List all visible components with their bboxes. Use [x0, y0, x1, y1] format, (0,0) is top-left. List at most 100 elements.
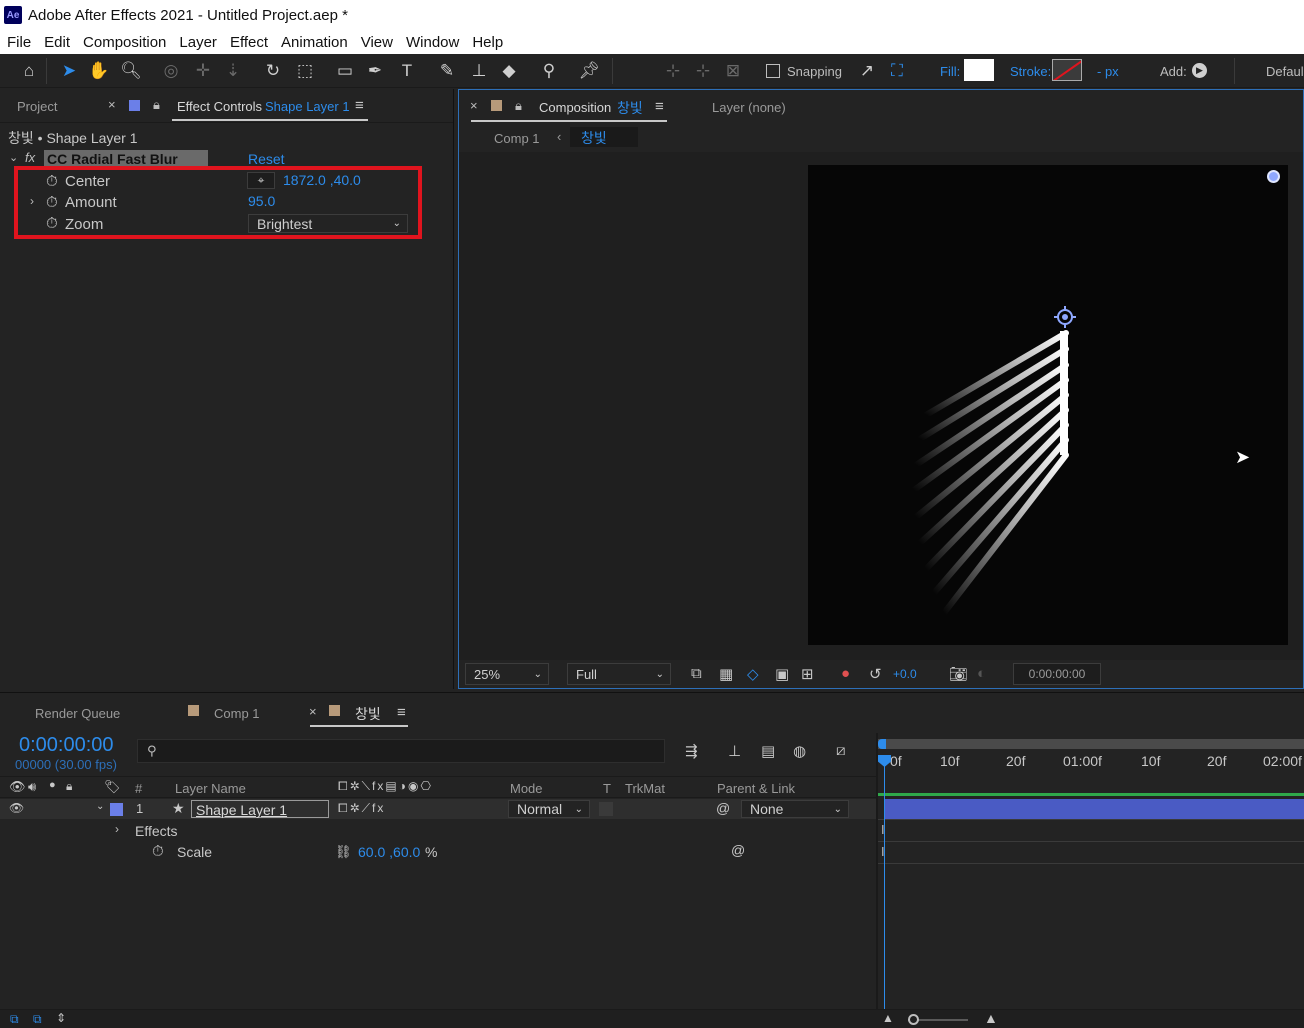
menu-animation[interactable]: Animation [281, 34, 348, 51]
tab-effect-controls[interactable]: Effect Controls [177, 99, 262, 114]
tab-effect-layer-name[interactable]: Shape Layer 1 [265, 99, 350, 114]
motion-blur-icon[interactable]: ◍ [793, 742, 806, 760]
frame-blending-icon[interactable]: ▤ [761, 742, 775, 760]
clone-stamp-tool-icon[interactable]: ⊥ [468, 60, 490, 82]
chevron-right-icon[interactable]: › [115, 822, 119, 836]
lock-icon[interactable]: 🔒︎ [66, 779, 72, 794]
show-snapshot-icon[interactable]: ◐ [977, 665, 986, 682]
transparency-grid-icon[interactable]: ▦ [719, 665, 733, 683]
chevron-down-icon[interactable]: ⌄ [96, 801, 104, 812]
effect-name[interactable]: CC Radial Fast Blur [47, 151, 178, 167]
fx-icon[interactable]: fx [25, 150, 35, 165]
menu-view[interactable]: View [361, 34, 393, 51]
layer-row[interactable]: 👁︎ ⌄ 1 ★ Shape Layer 1 ⧠✲⟋fx Normal ⌄ @ … [0, 799, 876, 819]
resolution-dropdown[interactable]: Full ⌄ [567, 663, 671, 685]
channel-icon[interactable]: ● [841, 665, 850, 682]
transfer-controls-toggle-icon[interactable]: ⧉ [33, 1012, 42, 1027]
tab-active-comp[interactable]: 창빛 [355, 704, 381, 724]
eye-icon[interactable]: 👁︎ [9, 801, 24, 815]
layer-parent-dropdown[interactable]: None ⌄ [741, 800, 849, 818]
chevron-left-icon[interactable]: ‹ [557, 129, 561, 144]
reset-exposure-icon[interactable]: ↺ [869, 665, 882, 683]
nav-comp1[interactable]: Comp 1 [494, 131, 540, 146]
pick-whip-icon[interactable]: @ [731, 842, 745, 858]
panel-menu-icon[interactable]: ≡ [355, 97, 364, 114]
solo-icon[interactable]: ● [49, 779, 56, 791]
layer-mode-dropdown[interactable]: Normal ⌄ [508, 800, 590, 818]
comp-canvas[interactable] [808, 165, 1288, 645]
col-layer-name[interactable]: Layer Name [175, 781, 246, 796]
tab-comp1[interactable]: Comp 1 [214, 706, 260, 721]
graph-editor-icon[interactable]: ⧄ [836, 742, 846, 759]
tab-render-queue[interactable]: Render Queue [35, 706, 120, 721]
nav-current[interactable]: 창빛 [581, 128, 607, 148]
layer-switches-icon[interactable]: ⧠✲⟍fx▤◑◉⎔ [338, 779, 433, 794]
zoom-tool-icon[interactable]: 🔍︎ [120, 60, 142, 82]
panel-menu-icon[interactable]: ≡ [397, 704, 406, 721]
view-axis-icon[interactable]: ⊠ [722, 60, 744, 82]
pan-camera-icon[interactable]: ✛ [192, 60, 214, 82]
lock-icon[interactable]: 🔒︎ [153, 97, 160, 113]
snapping-checkbox[interactable] [766, 64, 780, 78]
zoom-level-dropdown[interactable]: 25% ⌄ [465, 663, 549, 685]
workspace-label[interactable]: Defaul [1266, 64, 1304, 79]
layer-switches-toggle-icon[interactable]: ⧉ [10, 1012, 19, 1027]
mask-visibility-icon[interactable]: ◇ [747, 665, 759, 683]
eraser-tool-icon[interactable]: ◆ [498, 60, 520, 82]
menu-window[interactable]: Window [406, 34, 459, 51]
snap-target-icon[interactable]: ⛶ [886, 60, 908, 82]
pick-whip-icon[interactable]: @ [716, 800, 730, 816]
rectangle-tool-icon[interactable]: ▭ [334, 60, 356, 82]
fast-previews-icon[interactable]: ⧉ [691, 665, 702, 682]
close-icon[interactable]: × [108, 97, 116, 112]
viewport[interactable]: ➤ [459, 152, 1303, 660]
tab-comp-name[interactable]: 창빛 [617, 98, 643, 118]
work-area-bar[interactable] [878, 739, 1304, 749]
roto-brush-tool-icon[interactable]: ⚲ [538, 60, 560, 82]
exposure-value[interactable]: +0.0 [893, 667, 917, 681]
puppet-pin-tool-icon[interactable]: 📌︎ [578, 60, 600, 82]
home-icon[interactable]: ⌂ [18, 60, 40, 82]
reset-button[interactable]: Reset [248, 151, 285, 167]
brush-tool-icon[interactable]: ✎ [436, 60, 458, 82]
snap-arrow-icon[interactable]: ↗ [856, 60, 878, 82]
orbit-camera-icon[interactable]: ◎ [160, 60, 182, 82]
selection-tool-icon[interactable]: ➤ [58, 60, 80, 82]
world-axis-icon[interactable]: ⊹ [692, 60, 714, 82]
preserve-transparency-checkbox[interactable] [599, 802, 613, 816]
effects-group-label[interactable]: Effects [135, 823, 178, 839]
draft-3d-icon[interactable]: ⊥ [728, 742, 741, 760]
speaker-icon[interactable]: 🔊︎ [28, 779, 36, 795]
zoom-in-mountain-icon[interactable]: ▲ [984, 1010, 998, 1026]
menu-composition[interactable]: Composition [83, 34, 166, 51]
fill-color-swatch[interactable] [964, 59, 994, 81]
menu-help[interactable]: Help [472, 34, 503, 51]
close-icon[interactable]: × [470, 98, 478, 113]
tab-project[interactable]: Project [17, 99, 57, 114]
composition-mini-flowchart-icon[interactable]: ⇶ [685, 742, 698, 760]
effect-point-icon[interactable] [1267, 170, 1280, 183]
in-out-toggle-icon[interactable]: ⇕ [56, 1011, 66, 1025]
lock-icon[interactable]: 🔒︎ [515, 98, 522, 114]
zoom-slider-thumb[interactable] [908, 1014, 919, 1025]
label-tag-icon[interactable]: 🏷︎ [104, 779, 121, 795]
tab-layer[interactable]: Layer (none) [712, 100, 786, 115]
layer-duration-bar[interactable] [884, 799, 1304, 819]
pen-tool-icon[interactable]: ✒ [364, 60, 386, 82]
stroke-color-swatch[interactable] [1052, 59, 1082, 81]
viewer-timecode[interactable]: 0:00:00:00 [1013, 663, 1101, 685]
constrain-proportions-icon[interactable]: ⛓︎ [335, 844, 352, 860]
snapshot-camera-icon[interactable]: 📷︎ [949, 665, 968, 683]
timeline-timecode[interactable]: 0:00:00:00 [19, 734, 114, 757]
eye-icon[interactable]: 👁︎ [9, 779, 26, 795]
local-axis-icon[interactable]: ⊹ [662, 60, 684, 82]
region-of-interest-icon[interactable]: ▣ [775, 665, 789, 683]
layer-name-field[interactable]: Shape Layer 1 [191, 800, 329, 818]
rotation-tool-icon[interactable]: ↻ [262, 60, 284, 82]
stroke-width-value[interactable]: - px [1097, 64, 1119, 79]
menu-effect[interactable]: Effect [230, 34, 268, 51]
zoom-out-mountain-icon[interactable]: ▲ [882, 1011, 894, 1025]
dolly-camera-icon[interactable]: ⇣ [222, 60, 244, 82]
stopwatch-icon[interactable]: ⏱︎ [152, 843, 164, 860]
layer-label-color[interactable] [110, 803, 123, 816]
